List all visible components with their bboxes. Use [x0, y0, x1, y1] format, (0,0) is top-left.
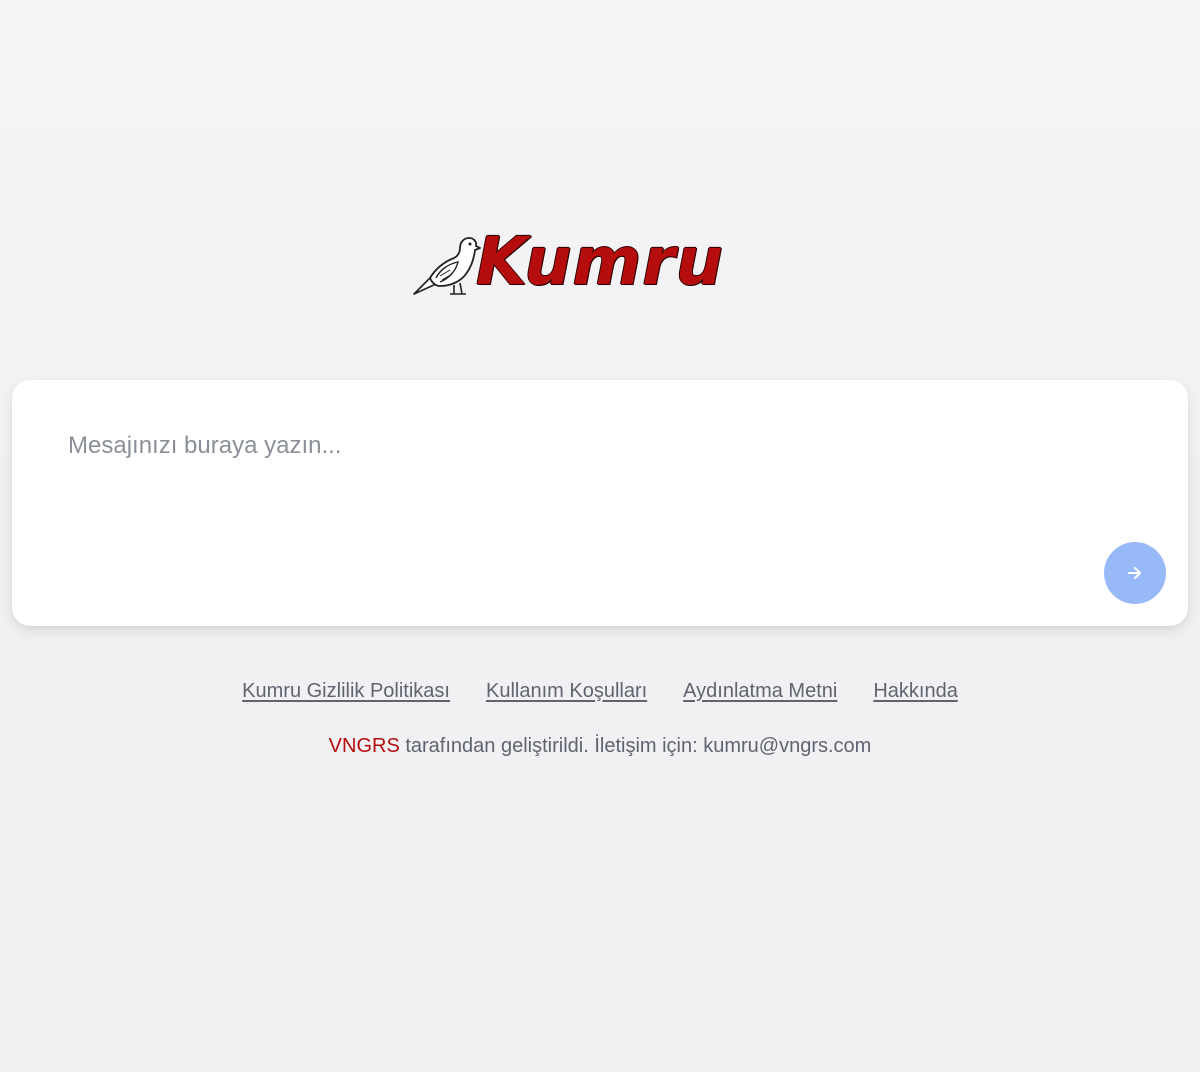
credit-text: tarafından geliştirildi. İletişim için: …: [399, 735, 872, 757]
about-link[interactable]: Hakkında: [873, 680, 958, 703]
logo-wordmark: Kumru: [476, 223, 724, 300]
message-input[interactable]: [68, 432, 1068, 552]
disclosure-text-link[interactable]: Aydınlatma Metni: [683, 680, 837, 703]
privacy-policy-link[interactable]: Kumru Gizlilik Politikası: [242, 680, 450, 703]
footer-links: Kumru Gizlilik Politikası Kullanım Koşul…: [0, 680, 1200, 703]
credit-line: VNGRS tarafından geliştirildi. İletişim …: [0, 735, 1200, 758]
arrow-right-icon: [1128, 567, 1141, 579]
dove-icon: [413, 237, 481, 295]
logo: Kumru: [410, 226, 790, 302]
chat-card: [12, 380, 1188, 626]
terms-of-use-link[interactable]: Kullanım Koşulları: [486, 680, 647, 703]
page: Kumru Kumru Gizlilik Politikası Kullanım…: [0, 0, 1200, 1072]
credit-brand: VNGRS: [328, 735, 400, 757]
send-button[interactable]: [1104, 542, 1166, 604]
